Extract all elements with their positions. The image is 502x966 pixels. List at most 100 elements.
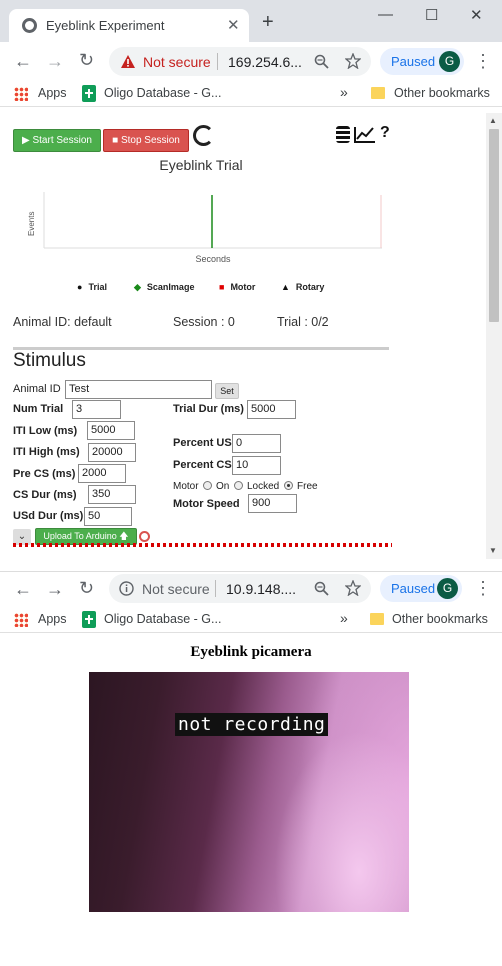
help-icon[interactable]: ? bbox=[380, 124, 390, 142]
legend-trial-marker: ● bbox=[77, 282, 83, 292]
apps-grid-icon bbox=[14, 87, 28, 101]
back-button[interactable]: ← bbox=[14, 52, 32, 70]
event-plot: Events Seconds bbox=[27, 192, 382, 264]
legend-trial[interactable]: ● Trial bbox=[77, 282, 107, 292]
reload-button-2[interactable]: ↻ bbox=[79, 579, 94, 597]
pre-cs-input[interactable]: 2000 bbox=[78, 464, 126, 483]
plot-y-label: Events bbox=[27, 212, 36, 236]
address-bar[interactable]: Not secure 169.254.6... bbox=[109, 47, 371, 76]
legend-motor[interactable]: ■ Motor bbox=[219, 282, 255, 292]
line-chart-icon[interactable] bbox=[354, 127, 375, 143]
motor-free-label: Free bbox=[297, 481, 318, 492]
plot-title: Eyeblink Trial bbox=[159, 157, 243, 173]
upload-status-icon bbox=[139, 531, 150, 542]
bookmarks-overflow-2[interactable]: » bbox=[340, 610, 348, 626]
iti-low-label: ITI Low (ms) bbox=[13, 425, 78, 437]
paused-label-2: Paused bbox=[391, 581, 436, 596]
num-trial-input[interactable]: 3 bbox=[72, 400, 121, 419]
cs-dur-input[interactable]: 350 bbox=[88, 485, 136, 504]
camera-feed-image: not recording bbox=[89, 672, 409, 912]
forward-button[interactable]: → bbox=[46, 52, 64, 70]
folder-icon-2 bbox=[370, 613, 384, 625]
trial-dur-input[interactable]: 5000 bbox=[247, 400, 296, 419]
security-label-2: Not secure bbox=[142, 581, 210, 597]
motor-label: Motor bbox=[173, 481, 199, 492]
trial-status: Trial : 0/2 bbox=[277, 315, 329, 329]
bookmark-apps[interactable]: Apps bbox=[38, 86, 67, 100]
legend-motor-marker: ■ bbox=[219, 282, 225, 292]
menu-icon[interactable]: ⋮ bbox=[474, 51, 492, 72]
motor-speed-label: Motor Speed bbox=[173, 498, 240, 510]
sheets-icon bbox=[82, 85, 96, 102]
profile-paused-button-2[interactable]: Paused G bbox=[380, 575, 462, 602]
url-text-2: 10.9.148.... bbox=[226, 581, 297, 597]
apps-grid-icon-2 bbox=[14, 613, 28, 627]
pre-cs-label: Pre CS (ms) bbox=[13, 468, 76, 480]
loading-spinner-icon bbox=[193, 125, 214, 146]
bookmarks-overflow[interactable]: » bbox=[340, 84, 348, 100]
browser-toolbar-2: ← → ↻ Not secure 10.9.148.... Paused G ⋮ bbox=[0, 572, 502, 610]
bookmarks-bar: Apps Oligo Database - G... » Other bookm… bbox=[0, 80, 502, 107]
zoom-icon-2[interactable] bbox=[314, 581, 329, 596]
tab-eyeblink-experiment[interactable]: Eyeblink Experiment ✕ bbox=[9, 9, 249, 42]
percent-cs-input[interactable]: 10 bbox=[232, 456, 281, 475]
motor-on-radio[interactable] bbox=[203, 481, 212, 490]
iti-high-input[interactable]: 20000 bbox=[88, 443, 136, 462]
legend-scanimage[interactable]: ◆ ScanImage bbox=[134, 282, 194, 293]
not-recording-overlay: not recording bbox=[175, 713, 329, 736]
scroll-down-arrow-icon[interactable]: ▼ bbox=[489, 546, 497, 555]
warning-icon bbox=[121, 55, 135, 68]
motor-speed-input[interactable]: 900 bbox=[248, 494, 297, 513]
motor-locked-label: Locked bbox=[247, 481, 280, 492]
other-bookmarks[interactable]: Other bookmarks bbox=[394, 86, 490, 100]
motor-locked-radio[interactable] bbox=[234, 481, 243, 490]
progress-dashes bbox=[13, 543, 392, 547]
legend-rotary-marker: ▲ bbox=[281, 282, 290, 292]
star-icon-2[interactable] bbox=[345, 580, 361, 596]
back-button-2[interactable]: ← bbox=[14, 580, 32, 598]
close-window-button[interactable]: ✕ bbox=[470, 6, 483, 24]
maximize-button[interactable]: ☐ bbox=[425, 6, 438, 24]
bookmark-oligo-database[interactable]: Oligo Database - G... bbox=[104, 86, 221, 100]
plot-x-label: Seconds bbox=[195, 254, 231, 264]
set-button[interactable]: Set bbox=[215, 383, 239, 399]
profile-paused-button[interactable]: Paused G bbox=[380, 48, 464, 75]
address-bar-2[interactable]: Not secure 10.9.148.... bbox=[109, 574, 371, 603]
zoom-icon[interactable] bbox=[314, 54, 329, 69]
animal-id-input[interactable]: Test bbox=[65, 380, 212, 399]
reload-button[interactable]: ↻ bbox=[79, 51, 94, 69]
legend-rotary[interactable]: ▲ Rotary bbox=[281, 282, 324, 292]
paused-label: Paused bbox=[391, 54, 436, 69]
cs-dur-label: CS Dur (ms) bbox=[13, 489, 77, 501]
bookmark-oligo-database-2[interactable]: Oligo Database - G... bbox=[104, 612, 221, 626]
new-tab-button[interactable]: + bbox=[262, 12, 274, 32]
motor-free-radio[interactable] bbox=[284, 481, 293, 490]
usd-dur-input[interactable]: 50 bbox=[84, 507, 132, 526]
scroll-up-arrow-icon[interactable]: ▲ bbox=[489, 116, 497, 125]
other-bookmarks-2[interactable]: Other bookmarks bbox=[392, 612, 488, 626]
forward-button-2[interactable]: → bbox=[46, 580, 64, 598]
info-icon bbox=[119, 581, 134, 596]
bookmarks-bar-2: Apps Oligo Database - G... » Other bookm… bbox=[0, 606, 502, 633]
percent-us-input[interactable]: 0 bbox=[232, 434, 281, 453]
scrollbar-thumb[interactable] bbox=[489, 129, 499, 322]
sheets-icon-2 bbox=[82, 611, 96, 628]
page-scrollbar[interactable]: ▲ ▼ bbox=[486, 113, 502, 559]
close-tab-icon[interactable]: ✕ bbox=[227, 16, 240, 34]
menu-icon-2[interactable]: ⋮ bbox=[474, 578, 492, 599]
motor-on-label: On bbox=[216, 481, 230, 492]
percent-us-label: Percent US bbox=[173, 437, 232, 449]
iti-high-label: ITI High (ms) bbox=[13, 446, 80, 458]
star-icon[interactable] bbox=[345, 53, 361, 69]
picamera-title: Eyeblink picamera bbox=[190, 644, 312, 660]
iti-low-input[interactable]: 5000 bbox=[87, 421, 135, 440]
database-icon[interactable] bbox=[336, 126, 350, 143]
tab-title: Eyeblink Experiment bbox=[46, 18, 165, 33]
animal-id-label: Animal ID bbox=[13, 383, 61, 395]
bookmark-apps-2[interactable]: Apps bbox=[38, 612, 67, 626]
start-session-button[interactable]: ▶ Start Session bbox=[13, 129, 101, 152]
legend-scanimage-marker: ◆ bbox=[134, 282, 141, 292]
omnibox-divider bbox=[217, 53, 218, 70]
stop-session-button[interactable]: ■ Stop Session bbox=[103, 129, 189, 152]
minimize-button[interactable]: — bbox=[378, 6, 393, 23]
